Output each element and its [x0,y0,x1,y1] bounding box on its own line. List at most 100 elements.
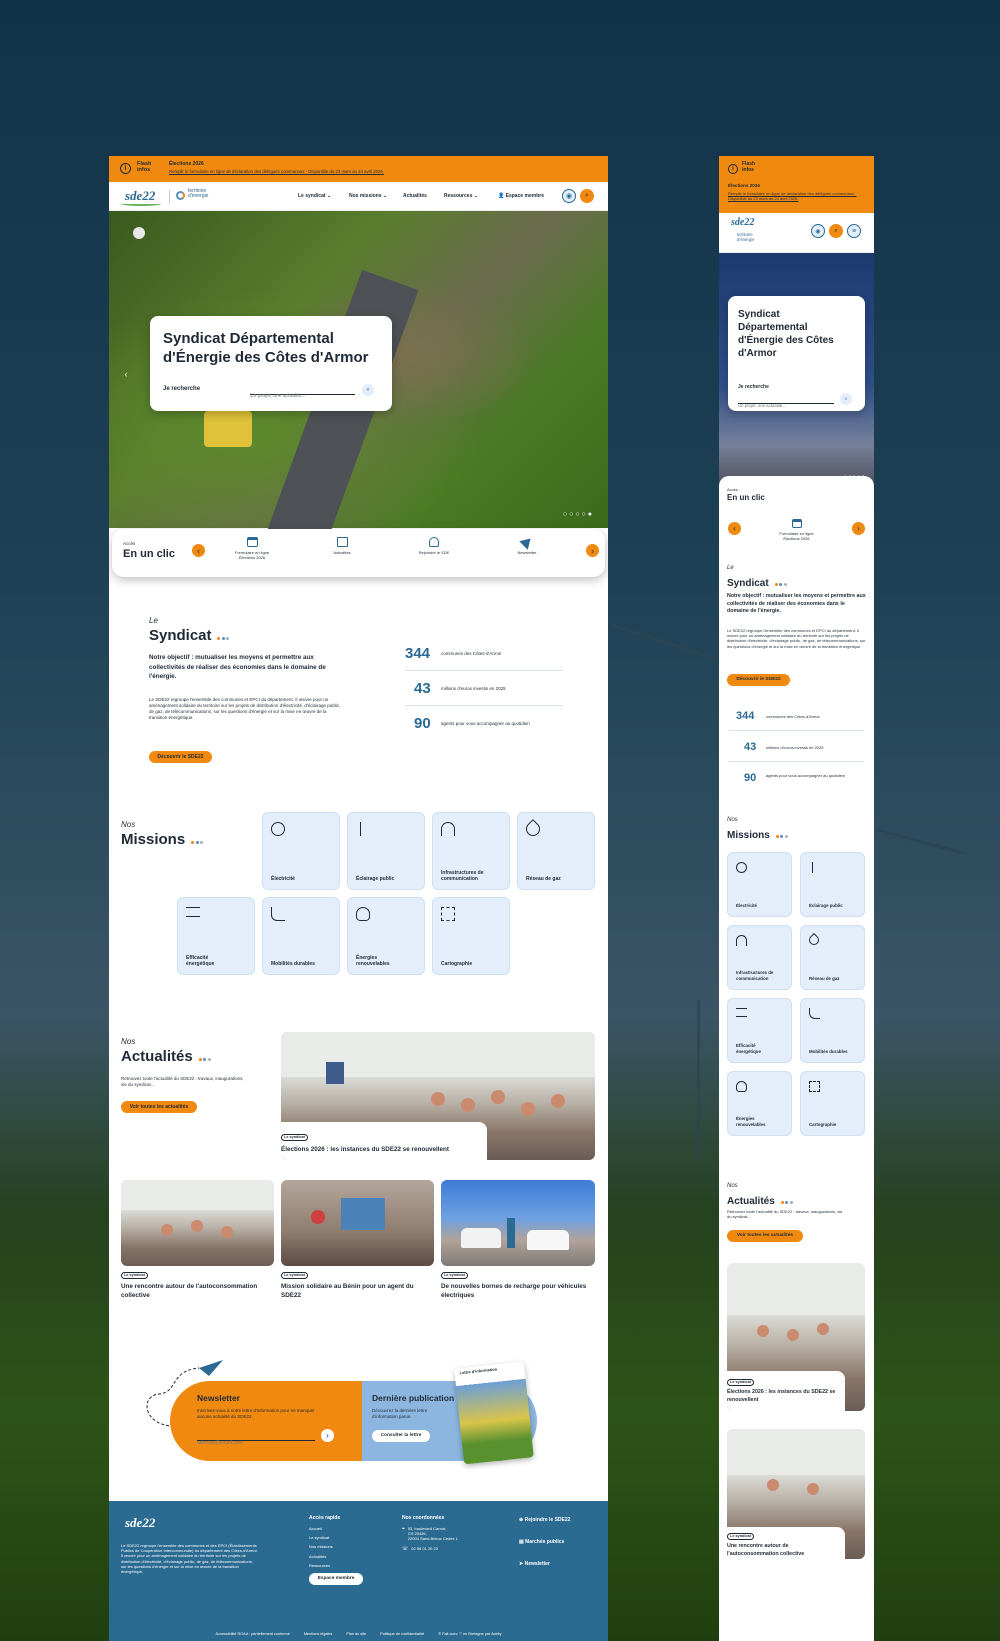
newsletter-text: Inscrivez-vous à notre lettre d'informat… [197,1408,315,1419]
search-input[interactable] [250,393,355,399]
featured-news-photo[interactable] [281,1032,595,1160]
nav-item-ressources[interactable]: Ressources ⌄ [444,193,478,199]
newsletter-email-input[interactable] [197,1440,315,1446]
news-photo[interactable] [281,1180,434,1266]
footer-credit[interactable]: © Fait avec ♡ en Bretagne par Acelty [438,1627,501,1641]
read-letter-button[interactable]: Consulter la lettre [372,1430,430,1442]
mobile-search-field[interactable] [738,394,834,408]
mobile-hero-title: Syndicat Départemental d'Énergie des Côt… [738,309,834,359]
hero-prev-arrow[interactable]: ‹ [121,369,131,379]
mission-tile-electricity[interactable]: Électricité [262,812,340,890]
mobile-mission-tile[interactable]: Éclairage public [800,852,865,917]
mobile-news-tag[interactable]: Le syndicat [727,1533,754,1540]
sde22-logo[interactable]: sde22 [731,217,754,228]
mobile-mission-tile[interactable]: Efficacité énergétique [727,998,792,1063]
syndicat-heading-small: Le [149,616,158,625]
mobile-news-title[interactable]: Élections 2026 : les instances du SDE22 … [727,1389,837,1404]
flash-link[interactable]: Remplir le formulaire en ligne de déclar… [169,169,384,174]
footer-member-button[interactable]: Espace membre [309,1573,363,1586]
news-photo[interactable] [121,1180,274,1266]
mission-tile-infrastructure[interactable]: Infrastructures de communication [432,812,510,890]
news-tag[interactable]: Le syndicat [281,1272,308,1279]
footer-link[interactable]: Nos missions [309,1544,363,1549]
mobile-mission-tile[interactable]: Cartographie [800,1071,865,1136]
mobile-news-title[interactable]: Une rencontre autour de l'autoconsommati… [727,1543,837,1558]
newsletter-submit-button[interactable]: › [321,1429,334,1442]
quick-item-newsletter-label: Newsletter [517,550,537,555]
accessibility-button[interactable]: ◉ [562,189,576,203]
search-submit-button[interactable]: ⌕ [362,384,374,396]
publication-cover[interactable]: Lettre d'information [454,1361,534,1465]
footer-link[interactable]: Accueil [309,1526,363,1531]
footer-action-join[interactable]: ⊕ Rejoindre le SDE22 [519,1517,570,1523]
mission-tile-public-lighting[interactable]: Éclairage public [347,812,425,890]
footer-legal-link[interactable]: Politique de confidentialité [380,1627,424,1641]
menu-button[interactable]: ≡ [847,224,861,238]
mobile-mission-tile[interactable]: Énergies renouvelables [727,1071,792,1136]
news-photo[interactable] [441,1180,595,1266]
news-title[interactable]: Une rencontre autour de l'autoconsommati… [121,1283,271,1300]
footer-link[interactable]: Actualités [309,1554,363,1559]
footer-action-newsletter[interactable]: ➤ Newsletter [519,1561,570,1567]
stat-label: communes des Côtes-d'Armor [441,651,502,656]
hero-carousel-dots[interactable]: ○○○○● [563,511,594,518]
nav-item-missions[interactable]: Nos missions ⌄ [349,193,387,199]
footer-quick-title: Accès rapide [309,1515,341,1521]
mobile-stat-value: 344 [736,710,755,722]
mobile-quick-item[interactable]: Formulaire en ligne Élections 2026 [759,519,834,541]
newsletter-email-field[interactable] [197,1431,315,1446]
mobile-stat-separator [729,761,864,762]
all-news-button[interactable]: Voir toutes les actualités [121,1101,197,1113]
news-title[interactable]: De nouvelles bornes de recharge pour véh… [441,1283,591,1300]
accessibility-button[interactable]: ◉ [811,224,825,238]
footer-legal-link[interactable]: Plan du site [346,1627,366,1641]
mobile-search-input[interactable] [738,403,834,408]
mobile-mission-tile[interactable]: Mobilités durables [800,998,865,1063]
mission-tile-mapping[interactable]: Cartographie [432,897,510,975]
member-link[interactable]: 👤 Espace membre [498,193,544,199]
quick-item-join[interactable]: Rejoindre le SDE [399,537,469,555]
mobile-mission-tile[interactable]: Réseau de gaz [800,925,865,990]
mission-tile-efficiency[interactable]: Efficacité énergétique [177,897,255,975]
mission-tile-gas[interactable]: Réseau de gaz [517,812,595,890]
footer-link[interactable]: Ressources [309,1563,363,1568]
quick-next-arrow[interactable]: › [586,544,599,557]
featured-news-tag[interactable]: Le syndicat [281,1134,308,1141]
map-frame-icon [809,1081,820,1092]
mission-tile-renewables[interactable]: Énergies renouvelables [347,897,425,975]
quick-item-newsletter[interactable]: Newsletter [492,534,562,555]
mobile-all-news-button[interactable]: Voir toutes les actualités [727,1230,803,1242]
footer-legal-link[interactable]: Mentions légales [304,1627,333,1641]
mission-tile-mobility[interactable]: Mobilités durables [262,897,340,975]
search-icon: ⌕ [834,227,838,234]
footer-phone[interactable]: 02 96 01 20 20 [411,1546,438,1552]
discover-button[interactable]: Découvrir le SDE22 [149,751,212,763]
main-nav: sde22 territoire d'énergie Le syndicat ⌄… [109,182,608,211]
search-button[interactable]: ⌕ [829,224,843,238]
quick-item-form[interactable]: Formulaire en ligne Élections 2026 [217,537,287,560]
mobile-quick-next[interactable]: › [852,522,865,535]
footer-link[interactable]: Le syndicat [309,1535,363,1540]
quick-item-news[interactable]: Actualités [307,537,377,555]
news-tag[interactable]: Le syndicat [121,1272,148,1279]
mobile-discover-button[interactable]: Découvrir le SDE22 [727,674,790,686]
footer-legal-link[interactable]: Accessibilité RGAA : partiellement confo… [216,1627,290,1641]
footer-logo[interactable]: sde22 [125,1515,155,1531]
mobile-flash-link[interactable]: Remplir le formulaire en ligne de déclar… [728,191,863,201]
mobile-search-submit[interactable]: ⌕ [840,393,852,405]
hero-card: Syndicat Départemental d'Énergie des Côt… [150,316,392,411]
mobile-mission-tile[interactable]: Infrastructures de communication [727,925,792,990]
footer-action-tenders[interactable]: ▤ Marchés publics [519,1539,570,1545]
quick-prev-arrow[interactable]: ‹ [192,544,205,557]
mobile-quick-prev[interactable]: ‹ [728,522,741,535]
nav-item-syndicat[interactable]: Le syndicat ⌄ [298,193,331,199]
news-tag[interactable]: Le syndicat [441,1272,468,1279]
search-button[interactable]: ⌕ [580,189,594,203]
mobile-mission-tile[interactable]: Électricité [727,852,792,917]
mobile-news-tag[interactable]: Le syndicat [727,1379,754,1386]
news-title[interactable]: Mission solidaire au Bénin pour un agent… [281,1283,431,1300]
featured-news-title[interactable]: Élections 2026 : les instances du SDE22 … [281,1146,491,1154]
footer-about: Le SDE22 regroupe l'ensemble des commune… [121,1543,258,1575]
search-field[interactable] [250,384,355,399]
nav-item-actualites[interactable]: Actualités [403,193,427,199]
